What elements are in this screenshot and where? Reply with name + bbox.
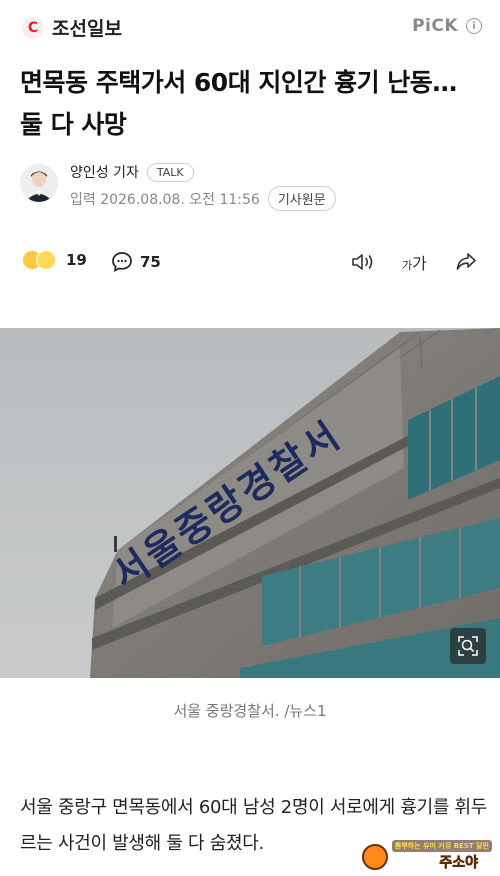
press-logo-icon: C xyxy=(22,16,44,39)
reaction-count: 19 xyxy=(66,251,87,269)
police-station-image: 서울중랑경찰서 xyxy=(0,328,500,678)
audio-icon xyxy=(352,254,373,270)
press-brand[interactable]: C 조선일보 xyxy=(22,14,122,41)
reaction-button[interactable]: 19 xyxy=(22,250,87,270)
byline: 양인성 기자 TALK 입력 2026.08.08. 오전 11:56 기사원문 xyxy=(20,160,480,212)
audio-button[interactable] xyxy=(350,250,376,278)
top-bar: C 조선일보 PiCK i xyxy=(0,0,500,56)
article-actions: 19 75 가가 xyxy=(22,248,482,280)
mascot-icon xyxy=(362,844,388,870)
site-watermark: 뽐뿌하는 유머 커뮤 BEST 달린 주소야 xyxy=(362,838,492,874)
info-icon[interactable]: i xyxy=(466,18,482,34)
font-size-large-label: 가 xyxy=(412,254,427,273)
comment-icon xyxy=(112,252,132,273)
share-button[interactable] xyxy=(454,250,478,278)
talk-button[interactable]: TALK xyxy=(146,162,194,182)
watermark-name: 주소야 xyxy=(439,855,478,872)
photo-caption: 서울 중랑경찰서. /뉴스1 xyxy=(173,702,327,720)
published-date: 입력 2026.08.08. 오전 11:56 xyxy=(70,191,260,208)
press-name: 조선일보 xyxy=(52,18,122,40)
comment-count: 75 xyxy=(140,253,161,271)
reporter-avatar[interactable] xyxy=(20,164,58,202)
comment-button[interactable]: 75 xyxy=(110,250,161,274)
watermark-tag: 뽐뿌하는 유머 커뮤 BEST 달린 xyxy=(391,840,492,852)
reaction-emoji-icon xyxy=(22,250,56,270)
article-title: 면목동 주택가서 60대 지인간 흉기 난동… 둘 다 사망 xyxy=(20,68,457,139)
reporter-name[interactable]: 양인성 기자 xyxy=(70,162,139,182)
zoom-button[interactable] xyxy=(450,628,486,664)
original-article-button[interactable]: 기사원문 xyxy=(267,186,336,211)
pick-label: PiCK xyxy=(412,16,458,36)
share-icon xyxy=(456,253,476,270)
font-size-small-label: 가 xyxy=(402,259,413,272)
font-size-button[interactable]: 가가 xyxy=(402,250,427,274)
article-photo[interactable]: 서울중랑경찰서 xyxy=(0,328,500,678)
pick-badge[interactable]: PiCK i xyxy=(412,16,482,36)
zoom-icon xyxy=(458,636,478,656)
